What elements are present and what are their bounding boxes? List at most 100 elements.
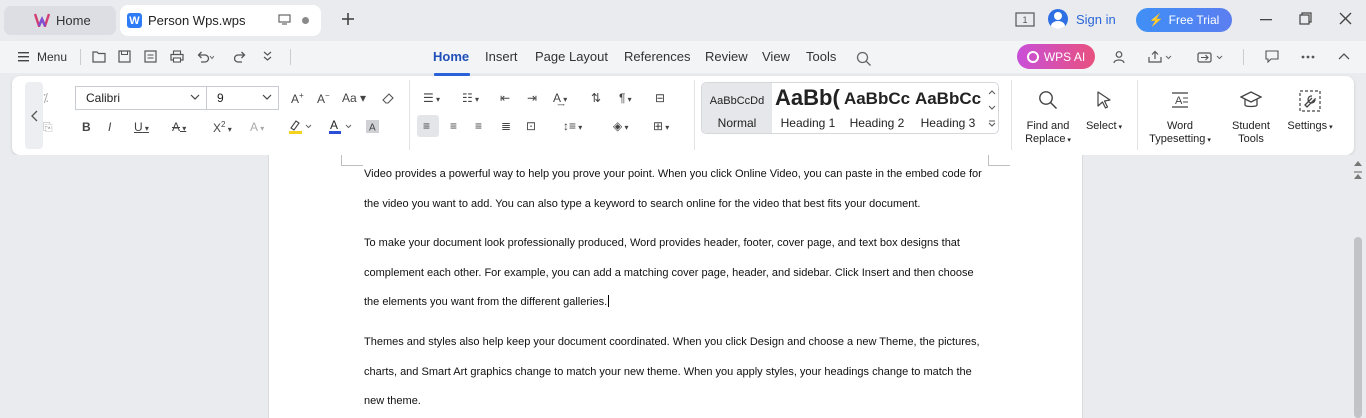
scrollbar-thumb[interactable] — [1354, 237, 1362, 418]
text-line: the elements you want from the different… — [364, 296, 608, 308]
shading-icon[interactable]: ◈ ▾ — [613, 120, 628, 132]
align-center-icon[interactable]: ≡ — [450, 120, 457, 132]
font-name-dropdown[interactable]: Calibri — [75, 86, 207, 110]
strikethrough-icon[interactable]: A ▾ — [172, 121, 186, 133]
styles-more-icon[interactable] — [988, 120, 996, 128]
increase-indent-icon[interactable]: ⇥ — [527, 92, 537, 104]
minimize-icon[interactable] — [1260, 19, 1272, 21]
align-left-icon: ≡ — [423, 119, 431, 133]
scroll-up-icon[interactable] — [1354, 161, 1362, 166]
chevron-down-icon — [190, 94, 200, 101]
bold-icon[interactable]: B — [82, 121, 91, 133]
decrease-font-size-icon[interactable]: A− — [317, 92, 330, 106]
cloud-sync-icon[interactable] — [1197, 50, 1225, 64]
decrease-indent-icon[interactable]: ⇤ — [500, 92, 510, 104]
style-heading-3[interactable]: AaBbCc Heading 3 — [912, 83, 984, 133]
highlight-icon[interactable] — [288, 119, 314, 135]
styles-scroll-down-icon[interactable] — [988, 105, 996, 111]
free-trial-button[interactable]: ⚡ Free Trial — [1136, 8, 1232, 32]
tab-review[interactable]: Review — [705, 49, 748, 64]
sign-in-button[interactable]: Sign in — [1048, 9, 1116, 29]
text-line: the video you want to add. You can also … — [364, 197, 921, 210]
home-tab[interactable]: Home — [4, 6, 116, 35]
format-painter-icon[interactable]: ⁒ — [43, 92, 48, 104]
word-typesetting-button[interactable]: A Word Typesetting ▾ — [1147, 90, 1213, 147]
style-preview: AaBbCc — [914, 89, 982, 108]
close-icon[interactable] — [1339, 12, 1352, 25]
wps-ai-button[interactable]: WPS AI — [1017, 44, 1095, 69]
wrench-settings-icon — [1280, 90, 1340, 114]
styles-gallery: AaBbCcDd Normal AaBb( Heading 1 AaBbCc H… — [701, 82, 999, 134]
monitor-icon[interactable] — [278, 14, 291, 25]
change-case-icon[interactable]: Aa ▾ — [342, 92, 366, 104]
sort-icon[interactable]: ⇅ — [591, 92, 601, 104]
distributed-icon[interactable]: ⊡ — [526, 120, 536, 132]
cursor-arrow-icon — [1081, 90, 1127, 114]
tab-page-layout[interactable]: Page Layout — [535, 49, 608, 64]
text-effects-icon[interactable]: A ▾ — [250, 121, 264, 133]
more-options-icon[interactable] — [1301, 55, 1315, 59]
collapse-ribbon-icon[interactable] — [1338, 52, 1350, 60]
unsaved-dot-icon[interactable] — [302, 17, 309, 24]
divider — [1243, 49, 1244, 65]
chinese-layout-icon[interactable]: A͢ ▾ — [553, 92, 567, 104]
bullets-icon[interactable]: ☰ ▾ — [423, 92, 440, 104]
tab-home[interactable]: Home — [433, 49, 469, 64]
paragraph[interactable]: Video provides a powerful way to help yo… — [364, 160, 994, 219]
comment-icon[interactable] — [1265, 50, 1279, 63]
style-preview: AaBbCcDd — [709, 95, 765, 107]
new-tab-icon[interactable] — [340, 11, 356, 27]
search-icon[interactable] — [856, 51, 872, 67]
collaborate-icon[interactable] — [1112, 50, 1126, 64]
align-right-icon[interactable]: ≡ — [475, 120, 482, 132]
chevron-left-icon — [30, 110, 37, 121]
borders-icon[interactable]: ⊞ ▾ — [653, 120, 669, 132]
text-line: Video provides a powerful way to help yo… — [364, 168, 982, 180]
scroll-top-icon[interactable] — [1354, 171, 1362, 183]
show-marks-icon[interactable]: ¶ ▾ — [619, 92, 632, 104]
ribbon-scroll-left[interactable] — [25, 82, 43, 149]
find-and-replace-button[interactable]: Find and Replace ▾ — [1020, 90, 1076, 147]
paste-icon[interactable]: ⎘ — [43, 121, 53, 133]
numbering-icon[interactable]: ☷ ▾ — [462, 92, 479, 104]
svg-text:A: A — [330, 119, 338, 132]
font-size-value: 9 — [217, 91, 224, 105]
home-tab-label: Home — [56, 13, 91, 28]
settings-button[interactable]: Settings ▾ — [1280, 90, 1340, 134]
underline-icon[interactable]: U ▾ — [134, 121, 149, 133]
style-normal[interactable]: AaBbCcDd Normal — [702, 83, 772, 133]
workspace-icon[interactable]: 1 — [1015, 12, 1035, 27]
document-page[interactable]: Video provides a powerful way to help yo… — [268, 155, 1083, 418]
document-tab-label: Person Wps.wps — [148, 13, 246, 28]
select-label: Select — [1085, 120, 1117, 132]
styles-scroll-up-icon[interactable] — [988, 89, 996, 95]
font-size-dropdown[interactable]: 9 — [206, 86, 279, 110]
avatar-icon — [1048, 9, 1068, 29]
tab-insert[interactable]: Insert — [485, 49, 518, 64]
style-heading-1[interactable]: AaBb( Heading 1 — [774, 83, 842, 133]
paragraph[interactable]: Themes and styles also help keep your do… — [364, 328, 994, 417]
restore-icon[interactable] — [1299, 12, 1312, 25]
justify-icon[interactable]: ≣ — [501, 120, 511, 132]
paragraph[interactable]: To make your document look professionall… — [364, 229, 994, 318]
select-button[interactable]: Select ▾ — [1081, 90, 1127, 134]
share-icon[interactable] — [1148, 50, 1174, 64]
tab-view[interactable]: View — [762, 49, 790, 64]
font-color-icon[interactable]: A — [328, 119, 354, 135]
crop-mark — [341, 165, 363, 166]
superscript-icon[interactable]: X2 ▾ — [213, 121, 232, 135]
menu-row: Menu Home Insert Page Layout References … — [0, 41, 1366, 76]
font-name-value: Calibri — [86, 91, 121, 105]
text-cursor — [608, 295, 610, 307]
style-heading-2[interactable]: AaBbCc Heading 2 — [842, 83, 912, 133]
student-tools-button[interactable]: Student Tools — [1218, 90, 1284, 146]
clear-formatting-icon[interactable] — [382, 91, 395, 104]
italic-icon[interactable]: I — [108, 121, 111, 133]
character-shading-icon[interactable]: A — [366, 120, 379, 133]
line-spacing-icon[interactable]: ↕≡ ▾ — [563, 120, 582, 132]
word-typesetting-line1: Word — [1166, 120, 1194, 132]
tab-stops-icon[interactable]: ⊟ — [655, 92, 665, 104]
tab-references[interactable]: References — [624, 49, 690, 64]
tab-tools[interactable]: Tools — [806, 49, 836, 64]
increase-font-size-icon[interactable]: A+ — [291, 92, 304, 106]
